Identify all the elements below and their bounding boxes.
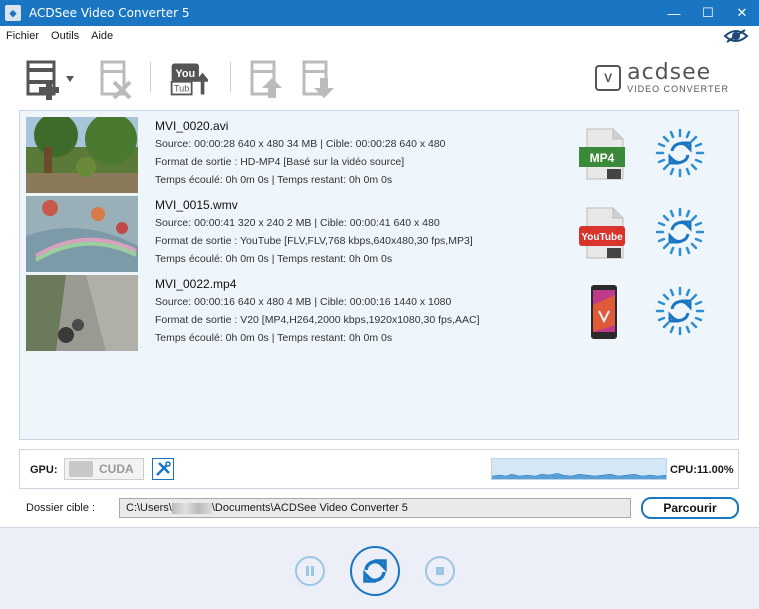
stop-icon <box>436 567 444 575</box>
path-suffix: \Documents\ACDSee Video Converter 5 <box>211 502 408 514</box>
file-list[interactable]: MVI_0020.avi Source: 00:00:28 640 x 480 … <box>19 110 739 440</box>
remove-file-button[interactable] <box>96 58 136 100</box>
close-button[interactable]: ✕ <box>725 0 759 26</box>
file-time-info: Temps écoulé: 0h 0m 0s | Temps restant: … <box>155 174 393 186</box>
file-output-format: Format de sortie : YouTube [FLV,FLV,768 … <box>155 235 473 247</box>
menu-fichier[interactable]: Fichier <box>6 30 39 42</box>
file-row[interactable]: MVI_0015.wmv Source: 00:00:41 320 x 240 … <box>20 190 738 272</box>
menu-bar: Fichier Outils Aide <box>0 26 759 46</box>
svg-text:Tub: Tub <box>174 84 189 94</box>
eye-icon[interactable] <box>723 27 749 45</box>
file-row[interactable]: MVI_0020.avi Source: 00:00:28 640 x 480 … <box>20 111 738 193</box>
youtube-upload-icon: You Tub <box>170 63 208 96</box>
acdsee-logo: V acdsee VIDEO CONVERTER <box>595 62 729 94</box>
path-prefix: C:\Users\ <box>126 502 172 514</box>
convert-button[interactable] <box>350 546 400 596</box>
maximize-button[interactable]: ☐ <box>691 0 725 26</box>
gpu-label: GPU: <box>30 464 58 476</box>
acdsee-logo-icon: V <box>595 65 622 91</box>
add-film-icon <box>26 60 74 100</box>
cpu-usage-label: CPU:11.00% <box>670 464 734 476</box>
cuda-label: CUDA <box>99 462 134 476</box>
move-down-button[interactable] <box>298 58 338 100</box>
youtube-file-icon[interactable]: YouTube <box>577 206 629 262</box>
menu-outils[interactable]: Outils <box>51 30 79 42</box>
title-bar: ◆ ACDSee Video Converter 5 — ☐ ✕ <box>0 0 759 26</box>
window-title: ACDSee Video Converter 5 <box>29 6 190 20</box>
file-time-info: Temps écoulé: 0h 0m 0s | Temps restant: … <box>155 253 393 265</box>
file-name: MVI_0015.wmv <box>155 198 238 212</box>
pause-icon <box>306 566 314 576</box>
gpu-settings-button[interactable] <box>152 458 174 480</box>
destination-label: Dossier cible : <box>26 502 96 514</box>
add-files-button[interactable] <box>24 58 82 100</box>
move-up-button[interactable] <box>246 58 286 100</box>
convert-icon <box>363 559 387 583</box>
move-down-icon <box>302 60 334 98</box>
file-name: MVI_0020.avi <box>155 119 229 133</box>
toolbar-separator <box>230 62 231 92</box>
file-name: MVI_0022.mp4 <box>155 277 237 291</box>
convert-status-icon <box>655 207 705 257</box>
file-row[interactable]: MVI_0022.mp4 Source: 00:00:16 640 x 480 … <box>20 269 738 351</box>
video-thumbnail <box>26 117 138 193</box>
logo-brand: acdsee <box>627 60 712 85</box>
video-thumbnail <box>26 275 138 351</box>
redacted-username <box>171 502 212 514</box>
gpu-panel: GPU: CUDA CPU:11.00% <box>19 449 739 489</box>
move-up-icon <box>250 60 282 98</box>
cpu-usage-graph <box>491 458 667 480</box>
browse-button[interactable]: Parcourir <box>641 497 739 519</box>
file-source-info: Source: 00:00:16 640 x 480 4 MB | Cible:… <box>155 296 452 308</box>
convert-status-icon <box>655 286 705 336</box>
toolbar: You Tub V acdsee VIDEO CONVERTER <box>0 46 759 108</box>
minimize-button[interactable]: — <box>657 0 691 26</box>
playback-controls-bar <box>0 527 759 609</box>
app-icon: ◆ <box>5 5 21 21</box>
logo-sub: VIDEO CONVERTER <box>627 84 729 94</box>
phone-icon[interactable] <box>577 285 629 341</box>
pause-button[interactable] <box>295 556 325 586</box>
cuda-toggle[interactable]: CUDA <box>64 458 144 480</box>
remove-film-icon <box>100 60 132 100</box>
file-source-info: Source: 00:00:28 640 x 480 34 MB | Cible… <box>155 138 446 150</box>
file-output-format: Format de sortie : HD-MP4 [Basé sur la v… <box>155 156 405 168</box>
destination-path-field[interactable]: C:\Users\ \Documents\ACDSee Video Convert… <box>119 498 631 518</box>
stop-button[interactable] <box>425 556 455 586</box>
mp4-file-icon[interactable]: MP4 <box>577 127 629 183</box>
youtube-upload-button[interactable]: You Tub <box>168 58 208 100</box>
convert-status-icon <box>655 128 705 178</box>
tools-icon <box>156 461 171 476</box>
format-icon-label: MP4 <box>590 151 615 165</box>
window-controls: — ☐ ✕ <box>657 0 759 26</box>
video-thumbnail <box>26 196 138 272</box>
file-source-info: Source: 00:00:41 320 x 240 2 MB | Cible:… <box>155 217 440 229</box>
format-icon-label: YouTube <box>581 232 623 243</box>
file-time-info: Temps écoulé: 0h 0m 0s | Temps restant: … <box>155 332 393 344</box>
file-output-format: Format de sortie : V20 [MP4,H264,2000 kb… <box>155 314 480 326</box>
toolbar-separator <box>150 62 151 92</box>
nvidia-icon <box>69 461 93 477</box>
svg-text:You: You <box>175 68 195 80</box>
menu-aide[interactable]: Aide <box>91 30 113 42</box>
